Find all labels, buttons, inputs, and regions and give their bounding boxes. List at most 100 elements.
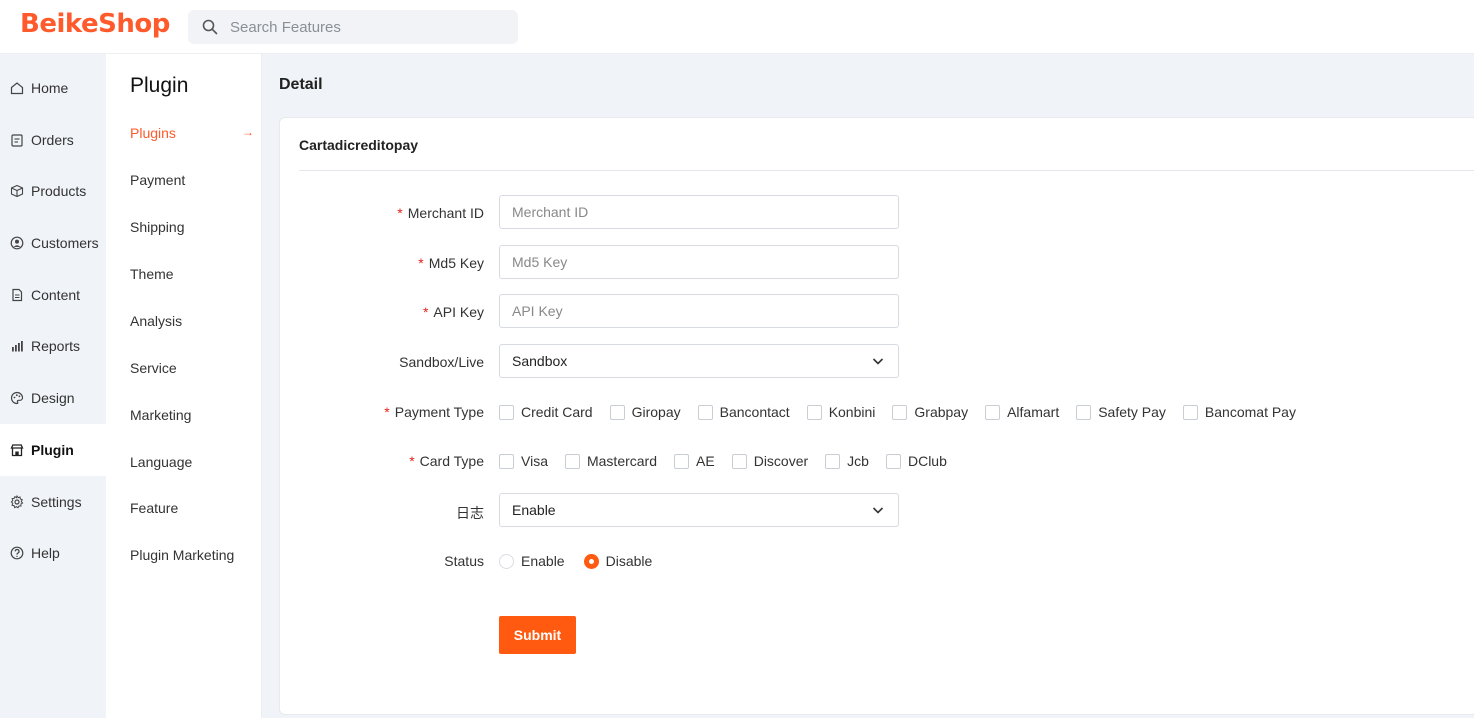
checkbox-jcb[interactable]: Jcb — [825, 453, 869, 469]
checkbox[interactable] — [985, 404, 1001, 420]
checkbox-grabpay[interactable]: Grabpay — [892, 404, 968, 420]
required-mark: * — [384, 404, 390, 420]
checkbox-bancontact[interactable]: Bancontact — [697, 404, 790, 420]
checkbox[interactable] — [1076, 404, 1092, 420]
top-header: BeikeShop Search Features — [0, 0, 1474, 54]
sidebar-item-plugin[interactable]: Plugin — [0, 424, 106, 476]
option-label: Grabpay — [914, 404, 969, 420]
status-options: Enable Disable — [499, 553, 671, 569]
brand-logo[interactable]: BeikeShop — [20, 9, 170, 39]
subnav-analysis[interactable]: Analysis — [130, 313, 254, 329]
checkbox[interactable] — [697, 404, 713, 420]
option-label: Discover — [753, 453, 809, 469]
api-key-label: * API Key — [280, 304, 484, 320]
sidebar-item-orders[interactable]: Orders — [0, 120, 106, 160]
sidebar-item-label: Products — [31, 183, 87, 199]
sidebar-item-label: Design — [31, 390, 75, 406]
card-title: Cartadicreditopay — [299, 137, 419, 153]
sidebar-item-settings[interactable]: Settings — [0, 482, 106, 522]
sidebar-item-design[interactable]: Design — [0, 378, 106, 418]
checkbox[interactable] — [609, 404, 625, 420]
label-text: API Key — [433, 304, 484, 320]
checkbox[interactable] — [499, 404, 514, 420]
sidebar-item-content[interactable]: Content — [0, 275, 106, 315]
checkbox[interactable] — [806, 404, 822, 420]
checkbox[interactable] — [825, 453, 841, 469]
subnav-plugins[interactable]: Plugins → — [130, 125, 254, 141]
sidebar-item-home[interactable]: Home — [0, 68, 106, 108]
main-sidebar: Home Orders Products Customers Content R… — [0, 54, 106, 718]
checkbox-credit-card[interactable]: Credit Card — [499, 404, 593, 420]
sidebar-item-products[interactable]: Products — [0, 171, 106, 211]
subnav-theme[interactable]: Theme — [130, 266, 254, 282]
sidebar-item-help[interactable]: Help — [0, 533, 106, 573]
subnav-service[interactable]: Service — [130, 360, 254, 376]
sidebar-item-reports[interactable]: Reports — [0, 326, 106, 366]
checkbox[interactable] — [674, 453, 690, 469]
checkbox-mastercard[interactable]: Mastercard — [564, 453, 657, 469]
log-select[interactable]: Enable — [499, 493, 899, 527]
subnav-plugin-marketing[interactable]: Plugin Marketing — [130, 547, 254, 563]
help-icon — [10, 546, 24, 560]
radio-button[interactable] — [499, 553, 514, 569]
option-label: Enable — [521, 553, 565, 569]
checkbox-giropay[interactable]: Giropay — [609, 404, 681, 420]
checkbox-alfamart[interactable]: Alfamart — [985, 404, 1059, 420]
option-label: Giropay — [631, 404, 681, 420]
checkbox[interactable] — [499, 453, 514, 469]
checkbox[interactable] — [1182, 404, 1198, 420]
radio-disable[interactable]: Disable — [583, 553, 652, 569]
chevron-down-icon — [872, 507, 884, 514]
option-label: Safety Pay — [1098, 404, 1166, 420]
sandbox-select[interactable]: Sandbox — [499, 344, 899, 378]
sidebar-item-label: Settings — [31, 494, 82, 510]
subnav-marketing[interactable]: Marketing — [130, 407, 254, 423]
subnav-language[interactable]: Language — [130, 454, 254, 470]
palette-icon — [10, 391, 24, 405]
api-key-field[interactable]: API Key — [499, 294, 899, 328]
option-label: Credit Card — [521, 404, 593, 420]
checkbox-konbini[interactable]: Konbini — [806, 404, 876, 420]
checkbox[interactable] — [892, 404, 908, 420]
payment-type-options: Credit Card Giropay Bancontact Konbini G… — [499, 404, 1313, 420]
search-box[interactable]: Search Features — [188, 10, 518, 44]
merchant-id-field[interactable]: Merchant ID — [499, 195, 899, 229]
radio-button[interactable] — [583, 553, 599, 569]
clipboard-icon — [11, 134, 23, 147]
option-label: Jcb — [847, 453, 869, 469]
checkbox-bancomat-pay[interactable]: Bancomat Pay — [1182, 404, 1296, 420]
select-value: Sandbox — [512, 353, 568, 369]
store-icon — [10, 444, 24, 457]
checkbox-dclub[interactable]: DClub — [885, 453, 947, 469]
submit-button[interactable]: Submit — [499, 616, 576, 654]
option-label: DClub — [907, 453, 947, 469]
subnav-shipping[interactable]: Shipping — [130, 219, 254, 235]
required-mark: * — [397, 205, 403, 221]
label-text: Card Type — [419, 453, 484, 469]
checkbox[interactable] — [564, 453, 580, 469]
option-label: Konbini — [828, 404, 876, 420]
option-label: Bancomat Pay — [1204, 404, 1296, 420]
checkbox-discover[interactable]: Discover — [731, 453, 809, 469]
sandbox-label: Sandbox/Live — [399, 354, 484, 370]
checkbox[interactable] — [885, 453, 901, 469]
md5-key-field[interactable]: Md5 Key — [499, 245, 899, 279]
divider — [299, 170, 1474, 171]
sidebar-item-label: Orders — [31, 132, 74, 148]
sidebar-item-customers[interactable]: Customers — [0, 223, 106, 263]
option-label: Alfamart — [1007, 404, 1060, 420]
checkbox[interactable] — [731, 453, 747, 469]
checkbox-ae[interactable]: AE — [674, 453, 715, 469]
search-input[interactable]: Search Features — [230, 19, 341, 36]
checkbox-visa[interactable]: Visa — [499, 453, 548, 469]
option-label: Visa — [521, 453, 548, 469]
chevron-down-icon — [872, 358, 884, 365]
checkbox-safety-pay[interactable]: Safety Pay — [1076, 404, 1166, 420]
subnav-feature[interactable]: Feature — [130, 500, 254, 516]
subnav-title: Plugin — [130, 74, 189, 97]
log-label: 日志 — [456, 505, 484, 521]
required-mark: * — [418, 255, 424, 271]
subnav-payment[interactable]: Payment — [130, 172, 254, 188]
radio-enable[interactable]: Enable — [499, 553, 565, 569]
label-text: Payment Type — [394, 404, 484, 420]
